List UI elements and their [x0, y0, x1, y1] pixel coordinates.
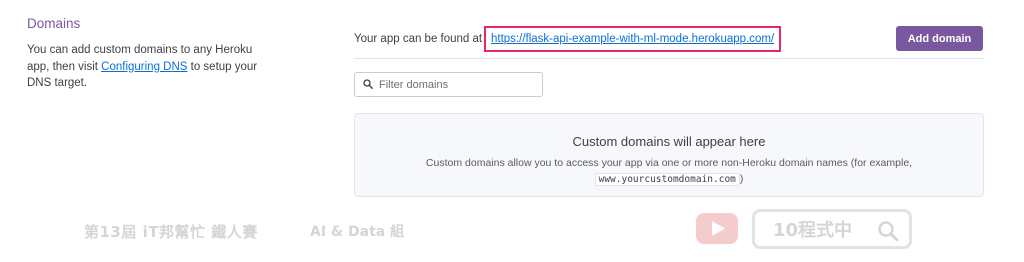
empty-domains-panel: Custom domains will appear here Custom d…: [354, 113, 984, 197]
ithome-watermark: 第13屆 iT邦幫忙 鐵人賽: [84, 223, 258, 241]
filter-domains-input[interactable]: [379, 78, 539, 91]
empty-state-title: Custom domains will appear here: [572, 134, 766, 149]
filter-domains-field[interactable]: [354, 72, 543, 97]
domains-section-info: Domains You can add custom domains to an…: [27, 16, 267, 92]
app-url-link[interactable]: https://flask-api-example-with-ml-mode.h…: [491, 33, 774, 45]
add-domain-button[interactable]: Add domain: [896, 26, 983, 51]
empty-state-description: Custom domains allow you to access your …: [355, 155, 983, 188]
section-description: You can add custom domains to any Heroku…: [27, 42, 267, 92]
empty-state-text: Custom domains allow you to access your …: [425, 157, 913, 169]
app-url-highlight: https://flask-api-example-with-ml-mode.h…: [484, 26, 782, 52]
channel-search-watermark: 10程式中: [752, 209, 912, 249]
divider: [354, 58, 984, 59]
app-url-label: Your app can be found at: [354, 33, 483, 45]
youtube-play-icon: [695, 211, 739, 246]
example-domain-code: www.yourcustomdomain.com: [594, 173, 740, 186]
empty-state-text-end: ): [739, 173, 744, 185]
channel-name: 10程式中: [773, 220, 853, 241]
category-watermark: AI & Data 組: [310, 224, 405, 240]
configuring-dns-link[interactable]: Configuring DNS: [101, 61, 187, 73]
domains-panel: Your app can be found at https://flask-a…: [354, 24, 984, 197]
search-icon: [363, 76, 379, 94]
section-title: Domains: [27, 16, 81, 31]
app-url-row: Your app can be found at https://flask-a…: [354, 24, 984, 54]
